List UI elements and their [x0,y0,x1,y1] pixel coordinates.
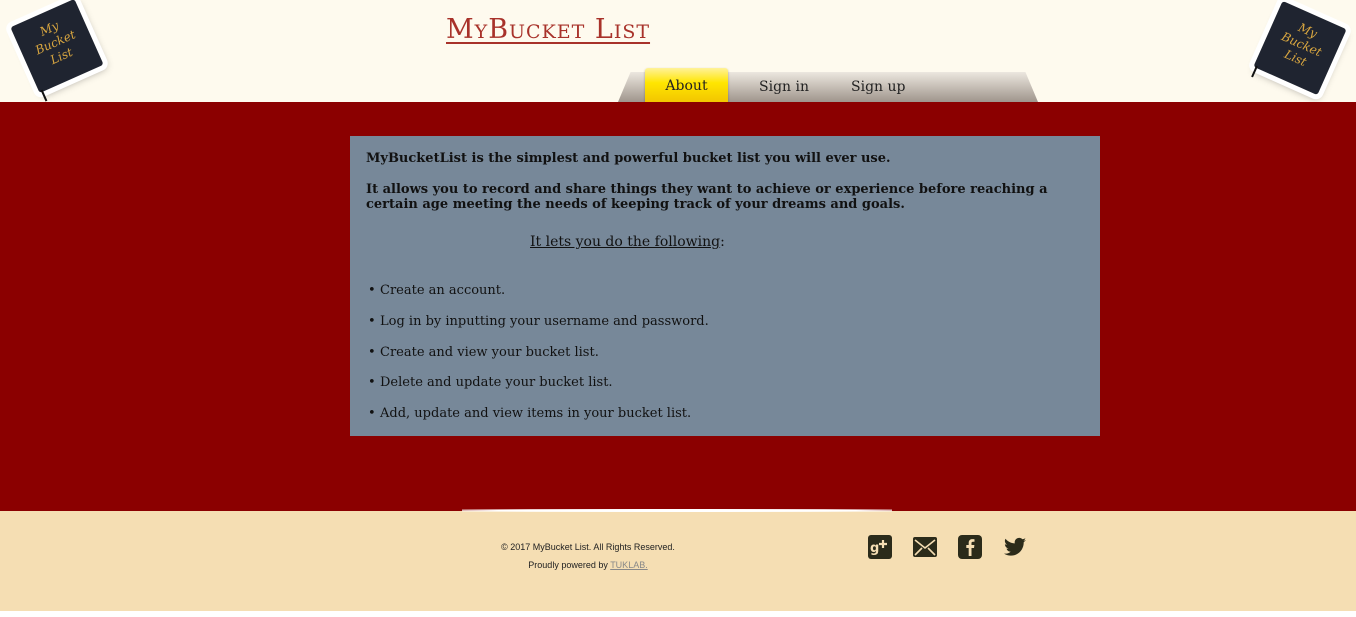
logo-book-icon-right[interactable]: My Bucket List [1251,0,1347,96]
twitter-icon[interactable] [1003,535,1027,559]
about-intro: MyBucketList is the simplest and powerfu… [366,151,891,166]
bullet-icon: • [368,283,376,298]
main-nav: About Sign in Sign up [618,68,1038,105]
list-item-text: Add, update and view items in your bucke… [380,406,692,422]
list-item-text: Delete and update your bucket list. [380,375,613,391]
about-panel: MyBucketList is the simplest and powerfu… [350,136,1100,436]
powered-by-prefix: Proudly powered by [528,560,608,570]
footer: © 2017 MyBucket List. All Rights Reserve… [0,509,1356,611]
copyright-text: © 2017 MyBucket List. All Rights Reserve… [501,542,675,552]
bullet-icon: • [368,313,376,329]
about-description: It allows you to record and share things… [366,182,1048,212]
logo-book-icon[interactable]: My Bucket List [10,0,104,102]
list-item: • Create and view your bucket list. [366,345,1088,361]
nav-tab-sign-in[interactable]: Sign in [759,72,809,102]
bullet-icon: • [368,344,376,360]
list-item: • Log in by inputting your username and p… [366,314,1088,330]
features-heading-text: It lets you do the following [530,234,721,250]
google-plus-icon[interactable]: g [868,535,892,559]
nav-tab-about[interactable]: About [645,68,728,105]
list-item-text: Log in by inputting your username and pa… [380,313,709,329]
list-item-text: Create an account. [380,283,506,298]
facebook-icon[interactable] [958,535,982,559]
list-item: • Delete and update your bucket list. [366,375,1088,391]
bullet-icon: • [368,375,376,391]
footer-divider [462,509,892,512]
bookmark-ribbon [1251,65,1258,78]
nav-tab-sign-up[interactable]: Sign up [851,72,905,102]
list-item-text: Create and view your bucket list. [380,344,599,360]
svg-text:g: g [870,541,879,556]
main-section: MyBucketList is the simplest and powerfu… [0,102,1356,511]
mail-icon[interactable] [913,535,937,559]
logo-script: My Bucket List [1253,1,1346,95]
features-heading-colon: : [720,234,725,250]
list-item: • Create an account. [366,283,1088,299]
header: My Bucket List MyBucket List About Sign … [0,0,1356,105]
features-heading: It lets you do the following: [530,234,1088,250]
powered-by: Proudly powered by TUKLAB. [430,556,746,574]
logo-script: My Bucket List [10,0,103,93]
features-list: • Create an account. • Log in by inputting… [366,283,1088,422]
bookmark-ribbon [40,89,48,102]
footer-text: © 2017 MyBucket List. All Rights Reserve… [430,538,746,574]
bullet-icon: • [368,406,376,422]
list-item: • Add, update and view items in your buck… [366,406,1088,422]
site-title[interactable]: MyBucket List [446,14,650,45]
tuklab-link[interactable]: TUKLAB. [610,560,648,570]
